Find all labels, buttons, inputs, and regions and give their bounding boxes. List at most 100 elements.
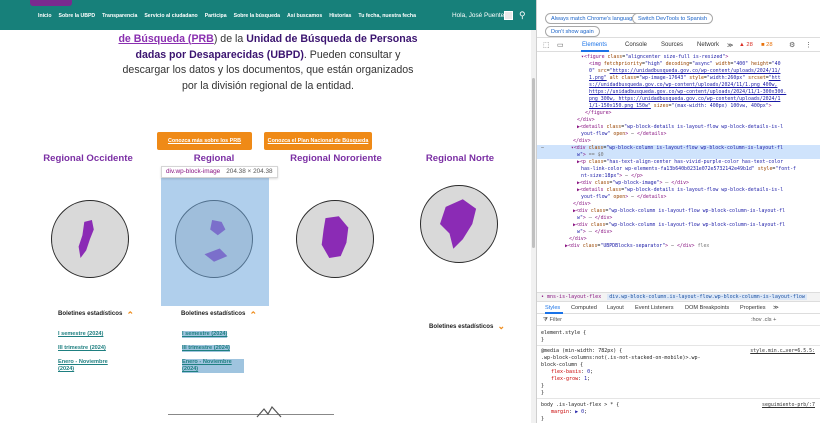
tab-dom-breakpoints[interactable]: DOM Breakpoints [685,305,729,311]
css-declaration[interactable]: flex-grow: 1; [551,376,590,382]
intro-text-l1c: Unidad de Búsqueda de Personas [246,33,418,45]
tab-properties[interactable]: Properties [740,305,766,311]
devtools-tabbar: ⬚ ▭ Elements Console Sources Network ≫ ▲… [537,38,820,52]
prb-info-button[interactable]: Conozca más sobre los PRB [157,132,252,150]
switch-spanish-button[interactable]: Switch DevTools to Spanish [632,13,714,24]
tab-network[interactable]: Network [697,42,719,48]
css-property[interactable]: flex-grow [551,376,578,382]
nav-link-participa[interactable]: Participa [205,13,227,19]
media-close: } [541,390,545,396]
filter-tools[interactable]: :hov .cls + [751,317,776,323]
css-property[interactable]: flex-basis [551,369,581,375]
link-occidente-iii-trimestre[interactable]: III trimestre (2024) [58,345,106,352]
website-viewport: Inicio Sobre la UBPD Transparencia Servi… [0,0,536,423]
gear-icon[interactable]: ⚙ [789,41,795,49]
dont-show-again-button[interactable]: Don't show again [545,26,600,37]
device-toolbar-icon[interactable]: ▭ [557,41,564,49]
devtools-panel: Always match Chrome's language Switch De… [536,0,820,423]
link-selected-enero-noviembre[interactable]: Enero - Noviembre (2024) [182,359,244,373]
tab-event-listeners[interactable]: Event Listeners [635,305,674,311]
filter-icon: ⧩ Filter [543,317,562,323]
tab-sources[interactable]: Sources [661,42,683,48]
more-style-tabs[interactable]: ≫ [773,305,779,311]
warning-count-value: 28 [766,42,773,48]
tooltip-tag: div.wp-block-image [166,168,221,175]
rule-selector[interactable]: .wp-block-columns:not(.is-not-stacked-on… [541,355,701,361]
search-icon[interactable]: ⚲ [519,10,526,21]
nav-link-transparencia[interactable]: Transparencia [102,13,137,19]
boletin-selected[interactable]: Boletines estadísticos ⌃ [181,310,261,321]
nav-link-tu-fecha[interactable]: Tu fecha, nuestra fecha [358,13,416,19]
source-link[interactable]: style.min.c…ver=6.5.5: [750,348,815,354]
tab-layout[interactable]: Layout [607,305,624,311]
css-declaration[interactable]: flex-basis: 0; [551,369,593,375]
element-style-rule[interactable]: element.style { [541,330,586,336]
map-nororiente[interactable] [296,200,374,278]
more-options-icon[interactable]: ⋮ [805,41,812,49]
map-occidente[interactable] [51,200,129,278]
map-norte[interactable] [420,185,498,263]
mountain-icon [256,406,282,418]
plan-nacional-button[interactable]: Conozca el Plan Nacional de Búsqueda [264,132,372,150]
tab-computed[interactable]: Computed [571,305,597,311]
dom-line[interactable]: ▶<div class="UBPDBlocks-separator"> ⋯ </… [537,243,820,250]
link-occidente-i-semestre[interactable]: I semestre (2024) [58,331,103,338]
rule-close: } [541,383,545,389]
link-selected-iii-trimestre[interactable]: III trimestre (2024) [182,345,230,352]
intro-text-l4: por la división regional de la entidad. [182,79,354,92]
rule-selector-cont[interactable]: block-column { [541,362,583,368]
footer-divider [168,414,334,415]
rule-close: } [541,416,545,422]
rule-divider [537,398,820,399]
match-language-button[interactable]: Always match Chrome's language [545,13,642,24]
scrollbar-thumb[interactable] [532,78,535,248]
boletin-norte[interactable]: Boletines estadísticos ⌄ [429,321,509,332]
dom-tree[interactable]: ▾<figure class="aligncenter size-full is… [537,53,820,291]
css-property[interactable]: margin [551,409,569,415]
tab-styles[interactable]: Styles [545,305,560,311]
avatar[interactable] [504,11,513,20]
rule-selector[interactable]: body .is-layout-flex > * { [541,402,619,408]
css-value[interactable]: 0 [587,369,590,375]
user-greeting[interactable]: Hola, José Puentes [452,12,507,19]
nav-link-inicio[interactable]: Inicio [38,13,52,19]
styles-filter-bar[interactable]: ⧩ Filter :hov .cls + [537,315,820,326]
prb-acronym-link[interactable]: PRB [191,33,213,45]
filter-placeholder[interactable]: Filter [550,317,562,323]
active-style-tab-indicator [545,312,563,314]
css-value[interactable]: 1 [584,376,587,382]
chevron-up-icon[interactable]: ⌃ [126,310,134,321]
nav-link-asi-buscamos[interactable]: Así buscamos [287,13,322,19]
error-count[interactable]: ▲ 28 [739,42,753,48]
nav-link-sobre-ubpd[interactable]: Sobre la UBPD [59,13,96,19]
media-query: @media (min-width: 782px) { [541,348,623,354]
intro-text-l3: descargar los datos y los documentos, qu… [122,64,414,76]
chevron-down-icon[interactable]: ⌄ [497,321,505,332]
boletin-occidente[interactable]: Boletines estadísticos ⌃ [58,310,138,321]
more-tabs-button[interactable]: ≫ [727,42,733,49]
breadcrumb-item[interactable]: • mns-is-layout-flex [541,294,601,300]
link-selected-i-semestre[interactable]: I semestre (2024) [182,331,228,338]
nav-link-sobre-busqueda[interactable]: Sobre la búsqueda [234,13,280,19]
css-declaration[interactable]: margin: ▶ 0; [551,409,587,415]
nav-link-historias[interactable]: Historias [329,13,351,19]
intro-text-l1a[interactable]: de Búsqueda ( [118,33,191,45]
tab-elements[interactable]: Elements [582,42,607,48]
warning-count[interactable]: ■ 28 [761,42,773,48]
nav-links: Inicio Sobre la UBPD Transparencia Servi… [38,13,416,19]
intro-text-l2b: . Pueden consultar y [303,48,401,61]
link-occidente-enero-noviembre[interactable]: Enero - Noviembre (2024) [58,359,120,373]
css-value[interactable]: ▶ 0 [575,409,584,415]
dom-breadcrumb[interactable]: • mns-is-layout-flex div.wp-block-column… [537,292,820,302]
inspect-element-icon[interactable]: ⬚ [543,41,550,49]
nav-link-servicio[interactable]: Servicio al ciudadano [144,13,197,19]
tab-console[interactable]: Console [625,42,647,48]
styles-pane[interactable]: element.style { } @media (min-width: 782… [537,327,820,423]
source-link[interactable]: seguimiento-prb/:7 [762,402,815,408]
chevron-up-icon[interactable]: ⌃ [249,310,257,321]
language-banner: Always match Chrome's language Switch De… [537,0,820,38]
rule-divider [537,345,820,346]
breadcrumb-item-active[interactable]: div.wp-block-column.is-layout-flow.wp-bl… [607,294,807,300]
intro-paragraph: de Búsqueda (PRB) de la Unidad de Búsque… [118,32,418,94]
region-title-selected: Regional [193,153,235,164]
